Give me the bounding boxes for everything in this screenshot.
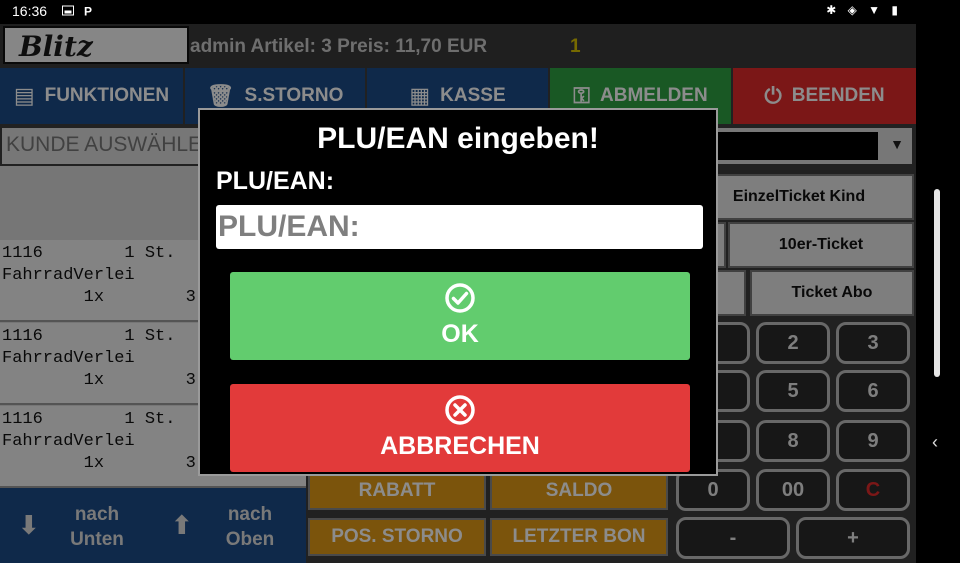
close-circle-icon bbox=[445, 395, 475, 425]
back-chevron-icon[interactable]: ‹ bbox=[932, 432, 938, 453]
cancel-label: ABBRECHEN bbox=[380, 432, 540, 460]
check-circle-icon bbox=[445, 283, 475, 313]
ok-label: OK bbox=[441, 320, 479, 348]
svg-text:P: P bbox=[84, 5, 92, 18]
image-notification-icon bbox=[62, 5, 74, 16]
cancel-button[interactable]: ABBRECHEN bbox=[230, 384, 690, 472]
p-notification-icon: P bbox=[84, 5, 92, 18]
system-status-icons: ✱ ◈ ▼ ▮ bbox=[826, 3, 902, 17]
scroll-indicator[interactable] bbox=[934, 189, 940, 377]
system-navigation-strip: ‹ bbox=[916, 24, 960, 563]
dialog-title: PLU/EAN eingeben! bbox=[317, 122, 599, 155]
status-bar: 16:36 P ✱ ◈ ▼ ▮ bbox=[0, 0, 960, 24]
plu-ean-input[interactable] bbox=[216, 205, 703, 249]
plu-ean-dialog: PLU/EAN eingeben! PLU/EAN: OK ABBRECHEN bbox=[198, 108, 718, 476]
status-time: 16:36 bbox=[12, 3, 48, 19]
plu-ean-field-label: PLU/EAN: bbox=[216, 167, 335, 195]
ok-button[interactable]: OK bbox=[230, 272, 690, 360]
